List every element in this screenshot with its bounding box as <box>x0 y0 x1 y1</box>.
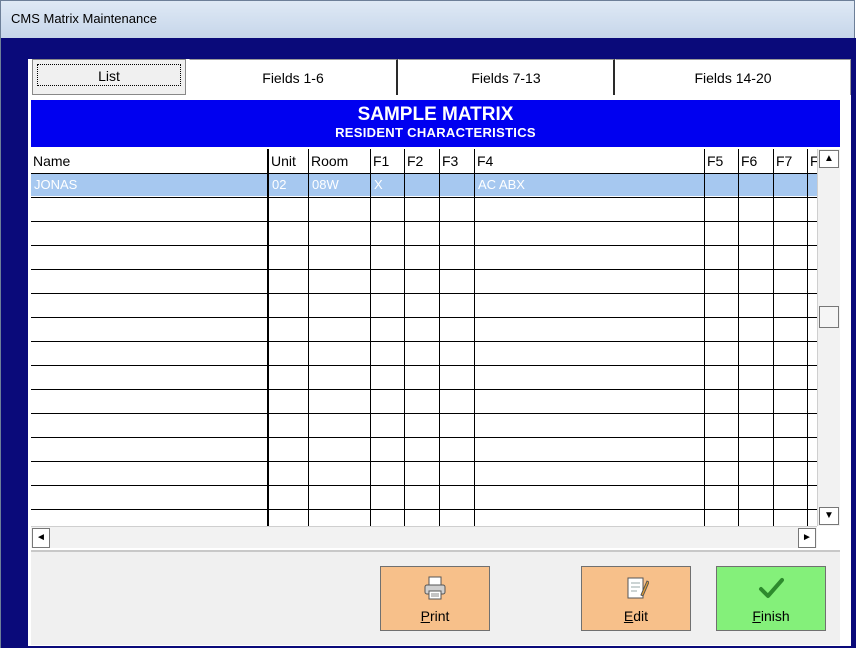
col-header-f5[interactable]: F5 <box>705 149 739 173</box>
vertical-scrollbar[interactable]: ▲ ▼ <box>817 149 840 526</box>
grid-column-line <box>474 149 475 526</box>
scroll-left-button[interactable]: ◄ <box>32 528 50 548</box>
scrollbar-corner <box>817 526 840 548</box>
edit-label: Edit <box>623 608 649 624</box>
cell-name[interactable]: JONAS <box>31 174 267 196</box>
cell-room[interactable]: 08W <box>309 174 371 196</box>
grid-column-line <box>439 149 440 526</box>
cell-f5[interactable] <box>705 174 739 196</box>
scroll-right-button[interactable]: ► <box>798 528 816 548</box>
grid-row-line <box>31 317 817 318</box>
grid-column-line <box>704 149 705 526</box>
grid-column-line <box>370 149 371 526</box>
printer-icon <box>422 575 448 601</box>
matrix-subtitle: RESIDENT CHARACTERISTICS <box>335 125 536 140</box>
scroll-down-button[interactable]: ▼ <box>819 507 839 525</box>
col-header-room[interactable]: Room <box>309 149 371 173</box>
vertical-scroll-thumb[interactable] <box>819 306 839 328</box>
grid-column-line <box>807 149 808 526</box>
tab-strip: List Fields 1-6 Fields 7-13 Fields 14-20 <box>28 59 851 95</box>
grid-column-line <box>404 149 405 526</box>
grid-column-line <box>738 149 739 526</box>
grid-row-line <box>31 197 817 198</box>
grid-row-line <box>31 173 817 174</box>
cell-unit[interactable]: 02 <box>269 174 309 196</box>
tab-fields-14-20[interactable]: Fields 14-20 <box>615 59 851 95</box>
col-header-f4[interactable]: F4 <box>475 149 705 173</box>
matrix-title: SAMPLE MATRIX <box>357 104 514 125</box>
edit-button[interactable]: Edit <box>581 566 691 631</box>
col-header-f8-partial[interactable]: F <box>808 149 817 173</box>
grid-row-line <box>31 437 817 438</box>
grid-row-line <box>31 365 817 366</box>
tab-list-label: List <box>37 64 181 86</box>
tab-fields-1-6[interactable]: Fields 1-6 <box>189 59 398 95</box>
col-header-f7[interactable]: F7 <box>774 149 808 173</box>
window-title: CMS Matrix Maintenance <box>11 11 157 26</box>
col-header-f6[interactable]: F6 <box>739 149 774 173</box>
notepad-pencil-icon <box>623 575 650 601</box>
grid-row-line <box>31 413 817 414</box>
print-label: Print <box>420 608 450 624</box>
matrix-header: SAMPLE MATRIX RESIDENT CHARACTERISTICS <box>31 100 840 147</box>
print-button[interactable]: Print <box>380 566 490 631</box>
title-bar: CMS Matrix Maintenance <box>1 1 854 38</box>
col-header-f1[interactable]: F1 <box>371 149 405 173</box>
col-header-name[interactable]: Name <box>31 149 267 173</box>
finish-label: Finish <box>752 608 790 624</box>
grid-row-line <box>31 221 817 222</box>
grid-column-line <box>267 149 269 526</box>
horizontal-scrollbar[interactable]: ◄ ► <box>31 526 817 548</box>
tab-list[interactable]: List <box>32 59 186 95</box>
grid-row-line <box>31 485 817 486</box>
cell-f7[interactable] <box>774 174 808 196</box>
cell-f3[interactable] <box>440 174 475 196</box>
cell-f1[interactable]: X <box>371 174 405 196</box>
grid-row-line <box>31 341 817 342</box>
grid-column-line <box>308 149 309 526</box>
cell-f4[interactable]: AC ABX <box>475 174 705 196</box>
matrix-grid[interactable]: Name Unit Room F1 F2 F3 F4 F5 F6 F7 F JO… <box>31 149 817 526</box>
col-header-f2[interactable]: F2 <box>405 149 440 173</box>
col-header-f3[interactable]: F3 <box>440 149 475 173</box>
finish-button[interactable]: Finish <box>716 566 826 631</box>
grid-row-line <box>31 269 817 270</box>
checkmark-icon <box>758 575 784 601</box>
scroll-up-button[interactable]: ▲ <box>819 150 839 168</box>
grid-row-line <box>31 293 817 294</box>
grid-row-line <box>31 461 817 462</box>
tab-fields-7-13[interactable]: Fields 7-13 <box>398 59 615 95</box>
grid-column-line <box>773 149 774 526</box>
grid-row-line <box>31 509 817 510</box>
grid-row-line <box>31 245 817 246</box>
grid-row-line <box>31 389 817 390</box>
cell-f6[interactable] <box>739 174 774 196</box>
cell-f2[interactable] <box>405 174 440 196</box>
col-header-unit[interactable]: Unit <box>269 149 309 173</box>
